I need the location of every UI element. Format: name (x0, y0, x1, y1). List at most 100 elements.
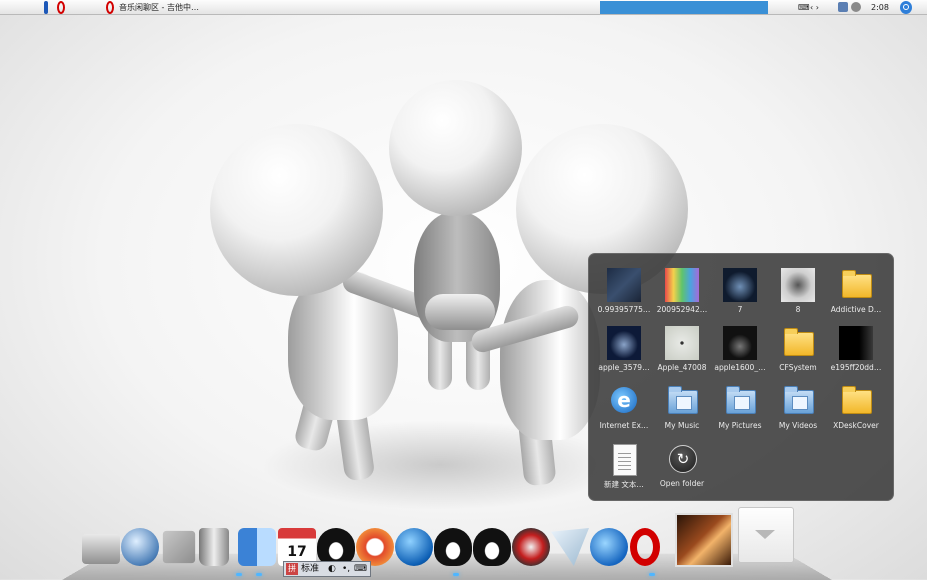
stack-item[interactable]: 7 (711, 258, 769, 314)
ime-punct-icon[interactable]: •, (342, 563, 350, 575)
xdeskcover-dock-icon[interactable] (675, 513, 733, 567)
stack-item-label: 7 (737, 305, 743, 314)
network-globe-icon[interactable] (121, 528, 159, 566)
stack-popup: 0.99395775… 200952942… 7 8 Addictive D… apple… (588, 253, 894, 501)
nav-arrows[interactable]: ‹ › (810, 1, 819, 14)
window-title[interactable]: 音乐闲聊区 - 吉他中… (119, 1, 199, 14)
folder-badge (676, 396, 692, 410)
finder-icon[interactable] (238, 528, 276, 566)
folder-shape (784, 328, 814, 356)
image-thumbnail (781, 268, 815, 302)
stack-item-label: My Music (664, 421, 700, 430)
monitor-icon[interactable] (838, 2, 848, 12)
qq-penguin-icon[interactable] (434, 528, 472, 566)
stack-item[interactable]: ↻ Open folder (653, 432, 711, 488)
stack-item[interactable]: 200952942… (653, 258, 711, 314)
keyboard-icon[interactable]: ⌨ (798, 1, 810, 14)
left-figure-head (210, 124, 383, 296)
image-thumbnail (723, 326, 757, 360)
qq-penguin-icon[interactable] (473, 528, 511, 566)
stack-item[interactable]: Addictive D… (827, 258, 885, 314)
ime-moon-icon[interactable]: ◐ (328, 563, 336, 575)
stack-item[interactable]: 新建 文本… (595, 432, 653, 489)
stack-item[interactable]: apple_3579… (595, 316, 653, 372)
document-line (618, 461, 631, 462)
folder-icon (839, 268, 873, 302)
stack-item-label: Open folder (659, 479, 705, 488)
opera-icon[interactable] (57, 1, 65, 14)
stack-item[interactable]: 8 (769, 258, 827, 314)
stack-item-label: XDeskCover (833, 421, 879, 430)
photo-preview (723, 268, 757, 302)
running-indicator (453, 573, 459, 576)
special-folder-icon (781, 384, 815, 418)
joined-hands (425, 294, 495, 330)
stack-item-label: 200952942… (656, 305, 708, 314)
stack-item[interactable]: My Videos (769, 374, 827, 430)
spotlight-search-icon[interactable] (900, 1, 912, 14)
stack-item-label: My Videos (778, 421, 818, 430)
stack-item-label: 新建 文本… (604, 480, 644, 489)
stack-item-label: Addictive D… (830, 305, 882, 314)
app-indicator-icon[interactable] (44, 1, 48, 14)
ime-mode-label[interactable]: 标准 (301, 563, 319, 575)
folder-shape (784, 386, 814, 414)
opera-icon[interactable] (630, 528, 660, 566)
volume-icon[interactable] (851, 2, 861, 12)
menubar: 音乐闲聊区 - 吉他中… ⌨ ‹ › 2:08 (0, 0, 927, 15)
stack-item[interactable]: e Internet Ex… (595, 374, 653, 430)
image-thumbnail (665, 268, 699, 302)
load-progress-strip (600, 1, 768, 14)
open-folder-icon: ↻ (665, 442, 699, 476)
running-indicator (256, 573, 262, 576)
ime-toolbar[interactable]: 拼 标准 ◐ •, ⌨ (283, 561, 371, 577)
folder-icon (839, 384, 873, 418)
stack-item-label: My Pictures (718, 421, 762, 430)
stack-item[interactable]: apple1600_… (711, 316, 769, 372)
image-thumbnail (839, 326, 873, 360)
stack-item[interactable]: Apple_47008 (653, 316, 711, 372)
folder-shape (668, 386, 698, 414)
document-line (618, 457, 631, 458)
photo-preview (665, 268, 699, 302)
clock[interactable]: 2:08 (871, 1, 889, 14)
stack-item-label: apple_3579… (598, 363, 650, 372)
trash-icon[interactable] (199, 528, 229, 566)
image-thumbnail (723, 268, 757, 302)
stack-item[interactable]: 0.99395775… (595, 258, 653, 314)
internet-explorer-icon[interactable] (590, 528, 628, 566)
stack-item[interactable]: CFSystem (769, 316, 827, 372)
stack-item-label: e195ff20dd… (830, 363, 882, 372)
ime-keyboard-icon[interactable]: ⌨ (354, 563, 367, 575)
ie-logo: e (611, 387, 637, 413)
stack-item[interactable]: My Music (653, 374, 711, 430)
document-line (618, 465, 631, 466)
image-thumbnail (607, 326, 641, 360)
image-thumbnail (665, 326, 699, 360)
photo-preview (665, 326, 699, 360)
folder-badge (734, 396, 750, 410)
right-figure-body (500, 280, 600, 440)
hard-drive-icon[interactable] (82, 534, 120, 564)
stack-item-label: CFSystem (779, 363, 817, 372)
image-thumbnail (607, 268, 641, 302)
cf-game-icon[interactable] (512, 528, 550, 566)
photo-preview (607, 326, 641, 360)
folder-shape (842, 386, 872, 414)
text-document-icon (607, 442, 641, 476)
folder-shape (726, 386, 756, 414)
stack-item[interactable]: My Pictures (711, 374, 769, 430)
running-indicator (649, 573, 655, 576)
network-computers-icon[interactable] (162, 530, 196, 564)
opera-window-icon (106, 1, 114, 14)
stack-item-label: apple1600_… (714, 363, 766, 372)
document-line (618, 469, 631, 470)
ime-logo-icon[interactable]: 拼 (286, 563, 298, 575)
stack-item[interactable]: XDeskCover (827, 374, 885, 430)
play-button-icon[interactable] (395, 528, 433, 566)
internet-explorer-icon: e (607, 384, 641, 418)
stack-dock-icon[interactable] (738, 507, 794, 563)
open-folder-arrow: ↻ (669, 445, 697, 473)
stack-item-label: 8 (795, 305, 801, 314)
stack-item[interactable]: e195ff20dd… (827, 316, 885, 372)
